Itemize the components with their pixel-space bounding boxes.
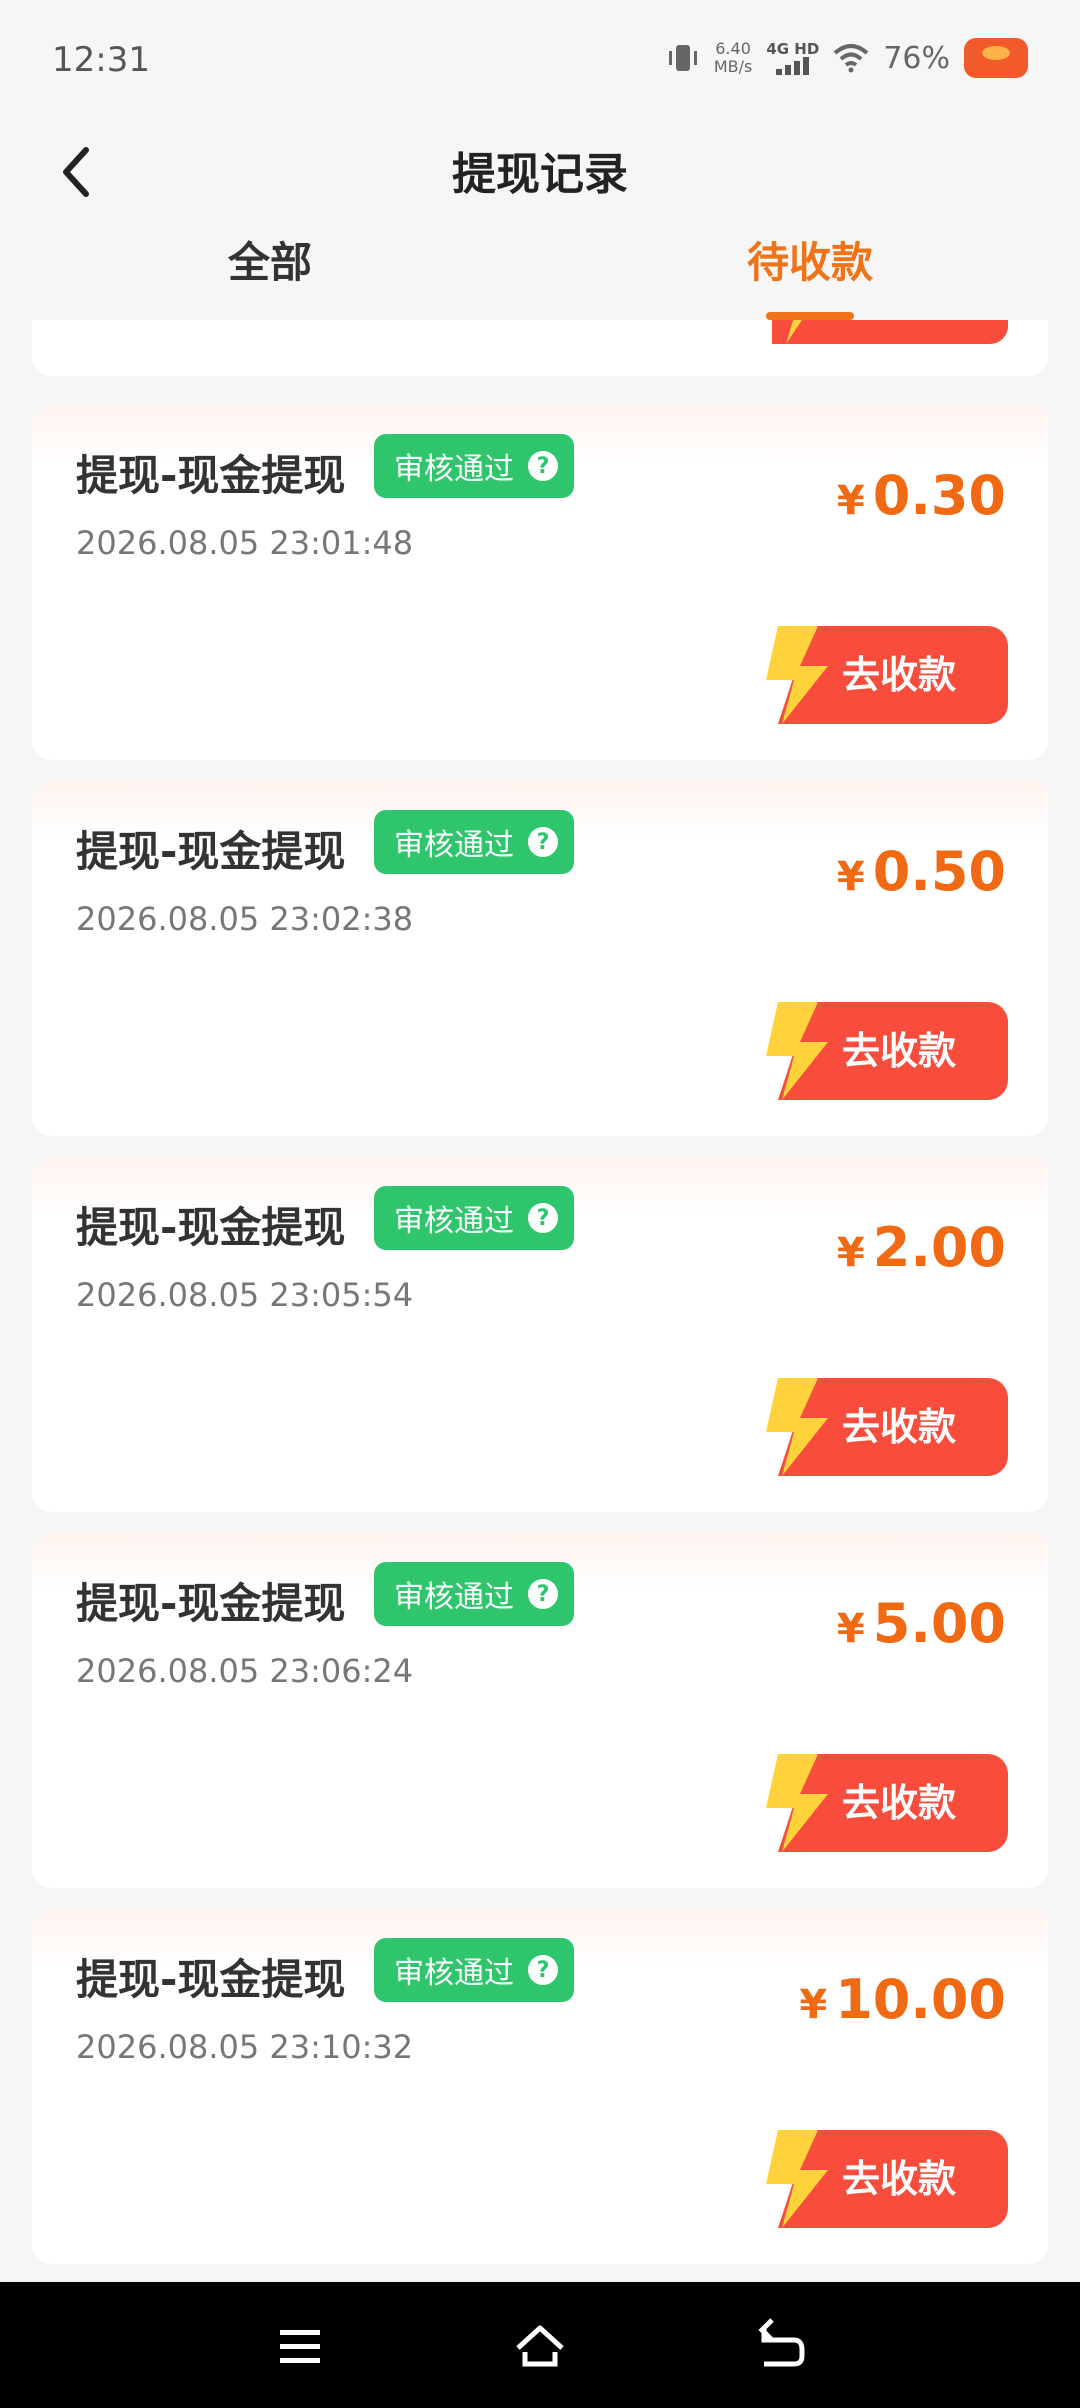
status-badge: 审核通过 ? [374, 434, 574, 498]
record-time: 2026.08.05 23:02:38 [76, 900, 414, 938]
question-icon[interactable]: ? [528, 1579, 558, 1609]
record-list[interactable]: 提现-现金提现 审核通过 ? 2026.08.05 23:01:48 ¥0.30… [0, 320, 1080, 2280]
status-label: 审核通过 [394, 1204, 514, 1239]
record-title: 提现-现金提现 [76, 451, 346, 500]
status-badge: 审核通过 ? [374, 1562, 574, 1626]
collect-label: 去收款 [841, 1405, 956, 1449]
status-time: 12:31 [52, 40, 150, 80]
net-speed: 6.40 MB/s [714, 40, 753, 76]
collect-label: 去收款 [841, 653, 956, 697]
signal-bars-icon [776, 57, 810, 75]
network-type: 4G HD [766, 40, 820, 58]
list-item [32, 320, 1048, 376]
collect-button[interactable] [772, 320, 1008, 344]
record-amount: ¥10.00 [799, 1968, 1006, 2031]
record-time: 2026.08.05 23:10:32 [76, 2028, 414, 2066]
wifi-icon [833, 44, 869, 73]
question-icon[interactable]: ? [528, 827, 558, 857]
status-label: 审核通过 [394, 452, 514, 487]
status-badge: 审核通过 ? [374, 810, 574, 874]
lightning-icon [766, 1754, 828, 1852]
system-nav-bar [0, 2282, 1080, 2408]
active-tab-indicator [766, 312, 854, 320]
status-bar: 12:31 6.40 MB/s 4G HD 76% [0, 0, 1080, 120]
record-amount: ¥0.30 [836, 464, 1006, 527]
status-label: 审核通过 [394, 1580, 514, 1615]
collect-button[interactable]: 去收款 [758, 1002, 1008, 1100]
question-icon[interactable]: ? [528, 1955, 558, 1985]
lightning-icon [766, 1378, 828, 1476]
list-item: 提现-现金提现 审核通过 ? 2026.08.05 23:06:24 ¥5.00… [32, 1532, 1048, 1888]
signal-indicator: 4G HD [766, 41, 819, 75]
status-label: 审核通过 [394, 828, 514, 863]
record-amount: ¥5.00 [836, 1592, 1006, 1655]
lightning-icon [766, 1002, 828, 1100]
record-time: 2026.08.05 23:05:54 [76, 1276, 414, 1314]
collect-label: 去收款 [841, 1781, 956, 1825]
question-icon[interactable]: ? [528, 451, 558, 481]
collect-button[interactable]: 去收款 [758, 2130, 1008, 2228]
record-title: 提现-现金提现 [76, 827, 346, 876]
status-badge: 审核通过 ? [374, 1186, 574, 1250]
record-title: 提现-现金提现 [76, 1955, 346, 2004]
header: 提现记录 [0, 120, 1080, 230]
record-title: 提现-现金提现 [76, 1579, 346, 1628]
page-title: 提现记录 [452, 149, 628, 200]
record-time: 2026.08.05 23:06:24 [76, 1652, 414, 1690]
menu-icon[interactable] [270, 2318, 330, 2374]
vibrate-icon [668, 45, 697, 71]
tab-all[interactable]: 全部 [120, 230, 420, 296]
tab-pending[interactable]: 待收款 [660, 230, 960, 296]
status-icons: 6.40 MB/s 4G HD 76% [666, 38, 1028, 78]
collect-label: 去收款 [841, 2157, 956, 2201]
net-speed-value: 6.40 [715, 39, 751, 58]
status-label: 审核通过 [394, 1956, 514, 1991]
tab-bar: 全部 待收款 [0, 230, 1080, 320]
lightning-icon [766, 2130, 828, 2228]
question-icon[interactable]: ? [528, 1203, 558, 1233]
collect-label: 去收款 [841, 1029, 956, 1073]
record-amount: ¥0.50 [836, 840, 1006, 903]
record-time: 2026.08.05 23:01:48 [76, 524, 414, 562]
lightning-icon [786, 320, 802, 344]
wallet-app-icon [964, 38, 1028, 78]
lightning-icon [766, 626, 828, 724]
list-item: 提现-现金提现 审核通过 ? 2026.08.05 23:05:54 ¥2.00… [32, 1156, 1048, 1512]
battery-level: 76% [883, 40, 950, 76]
list-item: 提现-现金提现 审核通过 ? 2026.08.05 23:02:38 ¥0.50… [32, 780, 1048, 1136]
collect-button[interactable]: 去收款 [758, 1754, 1008, 1852]
record-amount: ¥2.00 [836, 1216, 1006, 1279]
list-item: 提现-现金提现 审核通过 ? 2026.08.05 23:10:32 ¥10.0… [32, 1908, 1048, 2264]
status-badge: 审核通过 ? [374, 1938, 574, 2002]
collect-button[interactable]: 去收款 [758, 1378, 1008, 1476]
net-speed-unit: MB/s [713, 57, 753, 76]
home-icon[interactable] [510, 2318, 570, 2374]
collect-button[interactable]: 去收款 [758, 626, 1008, 724]
list-item: 提现-现金提现 审核通过 ? 2026.08.05 23:01:48 ¥0.30… [32, 404, 1048, 760]
back-icon[interactable] [750, 2318, 810, 2374]
record-title: 提现-现金提现 [76, 1203, 346, 1252]
